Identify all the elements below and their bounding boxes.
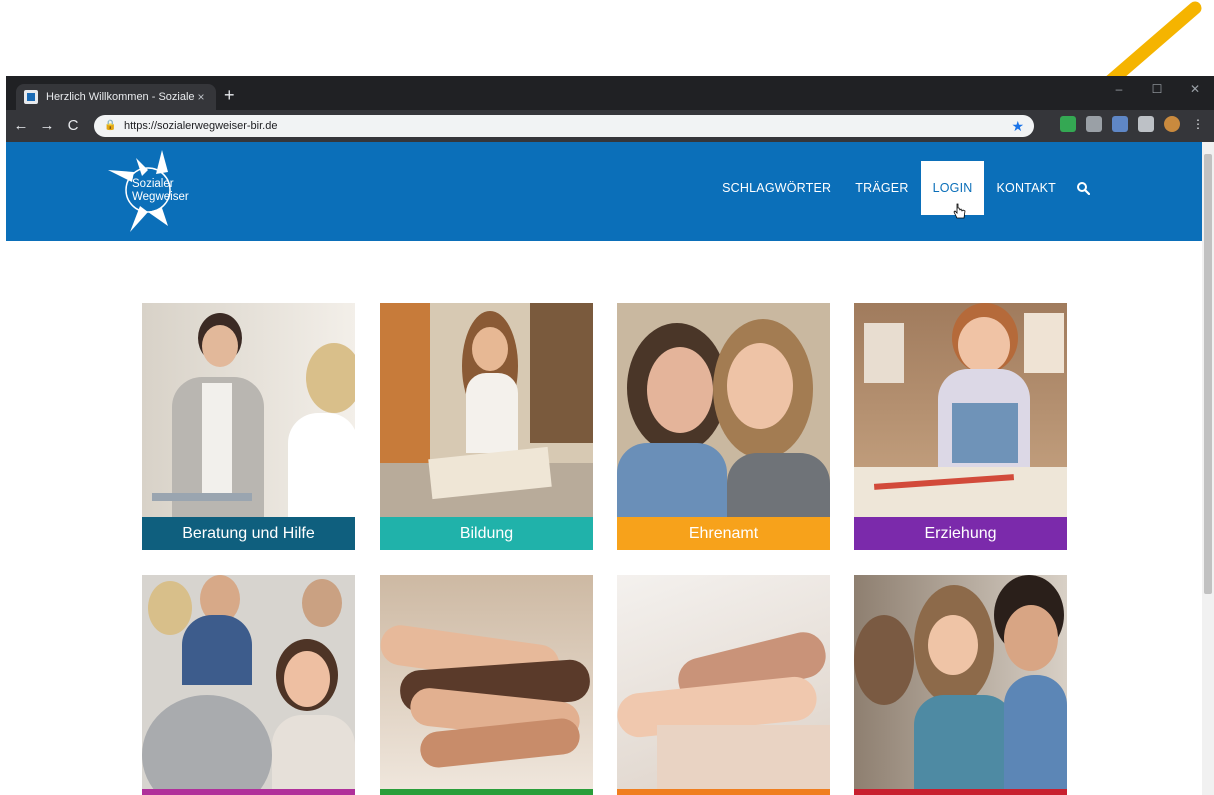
category-tile-bildung[interactable]: Bildung bbox=[380, 303, 593, 550]
reload-button[interactable]: C bbox=[62, 115, 84, 137]
browser-window-chrome: Herzlich Willkommen - Sozialer W × + – ☐… bbox=[6, 76, 1214, 142]
new-tab-button[interactable]: + bbox=[224, 86, 235, 104]
tile-photo-erziehung bbox=[854, 303, 1067, 517]
profile-avatar-icon[interactable] bbox=[1164, 116, 1180, 132]
scrollbar-thumb[interactable] bbox=[1204, 154, 1212, 594]
screenshot: Herzlich Willkommen - Sozialer W × + – ☐… bbox=[0, 0, 1214, 795]
nav-item-traeger[interactable]: TRÄGER bbox=[843, 161, 920, 215]
tile-label-bar-7 bbox=[617, 789, 830, 795]
bookmark-star-icon[interactable]: ★ bbox=[1011, 118, 1024, 135]
browser-menu-icon[interactable]: ⋮ bbox=[1190, 116, 1206, 132]
forward-button[interactable]: → bbox=[36, 115, 58, 137]
tab-title: Herzlich Willkommen - Sozialer W bbox=[46, 91, 194, 103]
hand-cursor-icon bbox=[953, 203, 966, 219]
extension-download-icon[interactable] bbox=[1086, 116, 1102, 132]
tile-photo-elderly-hands bbox=[617, 575, 830, 789]
extension-green-icon[interactable] bbox=[1060, 116, 1076, 132]
tile-label-bar-8 bbox=[854, 789, 1067, 795]
tile-label-erziehung[interactable]: Erziehung bbox=[854, 517, 1067, 550]
extension-badge-icon[interactable] bbox=[1112, 116, 1128, 132]
tile-photo-hands bbox=[380, 575, 593, 789]
logo-text[interactable]: Sozialer Wegweiser bbox=[132, 178, 189, 204]
tile-photo-beratung bbox=[142, 303, 355, 517]
back-button[interactable]: ← bbox=[10, 115, 32, 137]
site-header: Sozialer Wegweiser SCHLAGWÖRTER TRÄGER L… bbox=[6, 142, 1202, 241]
browser-tab[interactable]: Herzlich Willkommen - Sozialer W × bbox=[16, 84, 216, 110]
logo-line-2: Wegweiser bbox=[132, 191, 189, 203]
category-tile-8[interactable] bbox=[854, 575, 1067, 795]
url-text[interactable]: https://sozialerwegweiser-bir.de bbox=[124, 120, 1011, 132]
tile-label-beratung[interactable]: Beratung und Hilfe bbox=[142, 517, 355, 550]
tile-photo-bildung bbox=[380, 303, 593, 517]
maximize-button[interactable]: ☐ bbox=[1138, 76, 1176, 102]
browser-toolbar: ← → C 🔒 https://sozialerwegweiser-bir.de… bbox=[6, 110, 1214, 142]
tile-label-bar-6 bbox=[380, 789, 593, 795]
tile-label-bar-5 bbox=[142, 789, 355, 795]
nav-item-schlagwoerter[interactable]: SCHLAGWÖRTER bbox=[710, 161, 843, 215]
minimize-button[interactable]: – bbox=[1100, 76, 1138, 102]
category-tile-5[interactable] bbox=[142, 575, 355, 795]
tab-close-icon[interactable]: × bbox=[194, 90, 208, 104]
category-tile-6[interactable] bbox=[380, 575, 593, 795]
close-window-button[interactable]: ✕ bbox=[1176, 76, 1214, 102]
category-tile-ehrenamt[interactable]: Ehrenamt bbox=[617, 303, 830, 550]
tile-photo-students bbox=[854, 575, 1067, 789]
extensions-bar: ⋮ bbox=[1060, 116, 1206, 132]
category-tile-erziehung[interactable]: Erziehung bbox=[854, 303, 1067, 550]
search-icon[interactable] bbox=[1068, 161, 1098, 215]
site-favicon-icon bbox=[24, 90, 38, 104]
main-navigation: SCHLAGWÖRTER TRÄGER LOGIN KONTAKT bbox=[710, 161, 1098, 215]
tab-strip: Herzlich Willkommen - Sozialer W × + – ☐… bbox=[6, 76, 1214, 110]
tile-label-ehrenamt[interactable]: Ehrenamt bbox=[617, 517, 830, 550]
category-tile-7[interactable] bbox=[617, 575, 830, 795]
page-scrollbar[interactable] bbox=[1202, 142, 1214, 795]
lock-icon[interactable]: 🔒 bbox=[104, 120, 116, 132]
category-tile-beratung[interactable]: Beratung und Hilfe bbox=[142, 303, 355, 550]
window-controls: – ☐ ✕ bbox=[1100, 76, 1214, 102]
nav-item-kontakt[interactable]: KONTAKT bbox=[984, 161, 1068, 215]
logo-line-1: Sozialer bbox=[132, 178, 174, 190]
address-bar[interactable]: 🔒 https://sozialerwegweiser-bir.de ★ bbox=[94, 115, 1034, 137]
tile-photo-ehrenamt bbox=[617, 303, 830, 517]
extension-cursor-icon[interactable] bbox=[1138, 116, 1154, 132]
tile-photo-group bbox=[142, 575, 355, 789]
tile-label-bildung[interactable]: Bildung bbox=[380, 517, 593, 550]
